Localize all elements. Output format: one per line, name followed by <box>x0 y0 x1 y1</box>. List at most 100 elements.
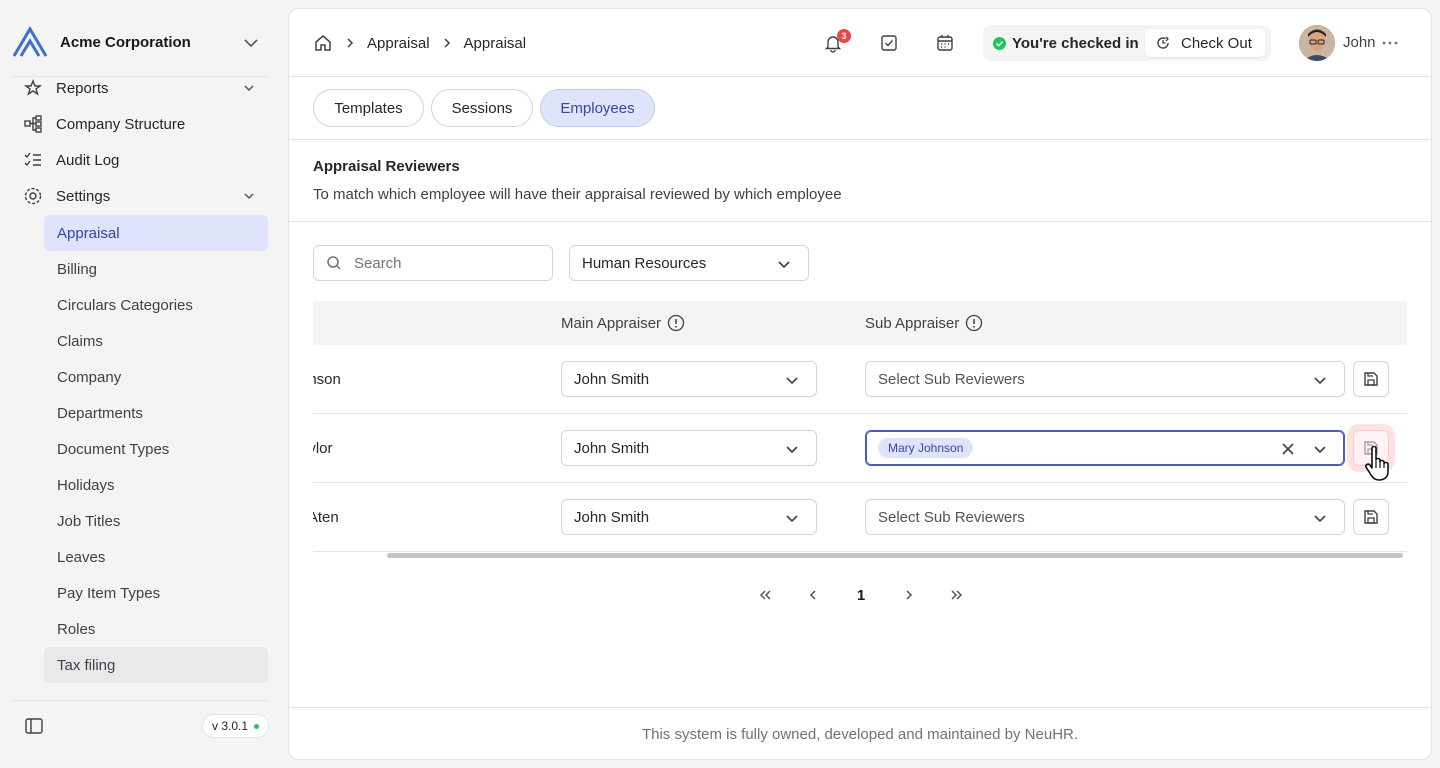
save-button[interactable] <box>1353 361 1389 397</box>
sidebar-item-audit-log[interactable]: Audit Log <box>22 142 268 178</box>
sidebar-item-label: Settings <box>56 187 111 205</box>
footer-text: This system is fully owned, developed an… <box>641 726 1079 743</box>
checkbox-icon[interactable] <box>879 33 899 53</box>
pagination: 1 <box>753 583 973 605</box>
search-icon <box>327 256 341 270</box>
sidebar-item-label: Audit Log <box>56 151 120 169</box>
close-icon[interactable] <box>1280 441 1296 457</box>
sidebar-subitem-departments[interactable]: Departments <box>44 395 268 431</box>
org-switcher[interactable]: Acme Corporation <box>12 26 268 58</box>
department-select[interactable]: Human Resources <box>569 245 809 281</box>
more-icon[interactable] <box>1381 33 1399 53</box>
sidebar-item-company-structure[interactable]: Company Structure <box>22 106 268 142</box>
employee-name: aylor <box>313 440 333 457</box>
sidebar-subitem-circulars-categories[interactable]: Circulars Categories <box>44 287 268 323</box>
chevron-right-icon <box>440 36 454 50</box>
column-label: Sub Appraiser <box>865 314 960 332</box>
sidebar-subitem-holidays[interactable]: Holidays <box>44 467 268 503</box>
employee-name: nnson <box>313 371 341 388</box>
hand-cursor-icon <box>1365 445 1389 481</box>
first-page-icon[interactable] <box>755 585 775 605</box>
department-value: Human Resources <box>582 254 707 272</box>
table-row: nnson John Smith Select Sub Reviewers <box>313 345 1407 414</box>
sidebar-subitem-job-titles[interactable]: Job Titles <box>44 503 268 539</box>
avatar[interactable] <box>1299 25 1335 61</box>
sidebar-nav: Reports Company Structure Audit Log Sett… <box>0 77 280 697</box>
checkin-status: You're checked in Check Out <box>983 25 1271 61</box>
main-appraiser-value: John Smith <box>574 370 650 388</box>
main-panel: Appraisal Appraisal 3 You're checked in … <box>288 8 1432 760</box>
chevron-right-icon <box>343 36 357 50</box>
chevron-down-icon <box>786 515 798 523</box>
page-number[interactable]: 1 <box>851 585 871 605</box>
sub-appraiser-placeholder: Select Sub Reviewers <box>878 370 1025 388</box>
chevron-down-icon <box>1314 446 1326 454</box>
table-header: ee Main Appraiser Sub Appraiser <box>313 301 1407 345</box>
next-page-icon[interactable] <box>899 585 919 605</box>
tab-bar: Templates Sessions Employees <box>289 77 1431 140</box>
reviewers-table: ee Main Appraiser Sub Appraiser nnson Jo… <box>313 301 1407 561</box>
version-badge: v 3.0.1 <box>202 714 270 738</box>
sidebar-subitem-claims[interactable]: Claims <box>44 323 268 359</box>
sub-appraiser-select[interactable]: Select Sub Reviewers <box>865 499 1345 535</box>
checklist-icon <box>22 149 44 171</box>
company-logo-icon <box>12 26 48 57</box>
employee-name: s Aten <box>313 509 339 526</box>
tab-employees[interactable]: Employees <box>540 89 655 127</box>
previous-page-icon[interactable] <box>803 585 823 605</box>
info-icon[interactable] <box>667 314 685 332</box>
breadcrumb-item[interactable]: Appraisal <box>367 35 430 52</box>
last-page-icon[interactable] <box>947 585 967 605</box>
main-appraiser-select[interactable]: John Smith <box>561 430 817 466</box>
sidebar-item-label: Company Structure <box>56 115 186 133</box>
chevron-up-icon <box>244 193 254 200</box>
home-icon[interactable] <box>313 33 333 53</box>
search-placeholder: Search <box>354 254 402 272</box>
sub-appraiser-placeholder: Select Sub Reviewers <box>878 508 1025 526</box>
calendar-icon[interactable] <box>935 33 955 53</box>
main-appraiser-select[interactable]: John Smith <box>561 361 817 397</box>
sidebar-subitem-leaves[interactable]: Leaves <box>44 539 268 575</box>
divider <box>289 221 1431 222</box>
column-main-appraiser: Main Appraiser <box>561 314 685 332</box>
save-icon <box>1364 372 1378 386</box>
tab-templates[interactable]: Templates <box>313 89 424 127</box>
sidebar-subitem-appraisal[interactable]: Appraisal <box>44 215 268 251</box>
sidebar-subitem-billing[interactable]: Billing <box>44 251 268 287</box>
divider <box>12 700 268 701</box>
main-appraiser-select[interactable]: John Smith <box>561 499 817 535</box>
sidebar-subitem-pay-item-types[interactable]: Pay Item Types <box>44 575 268 611</box>
check-out-button[interactable]: Check Out <box>1145 29 1265 57</box>
sidebar-subitem-company[interactable]: Company <box>44 359 268 395</box>
chevron-down-icon <box>786 446 798 454</box>
section-description: To match which employee will have their … <box>313 186 842 203</box>
clock-out-icon <box>1157 36 1169 49</box>
top-bar: Appraisal Appraisal 3 You're checked in … <box>289 9 1431 77</box>
sidebar-item-reports[interactable]: Reports <box>22 77 268 106</box>
status-dot <box>254 723 260 729</box>
sidebar-toggle-icon[interactable] <box>24 716 44 736</box>
star-icon <box>22 77 44 99</box>
user-name[interactable]: John <box>1343 34 1376 51</box>
save-button[interactable] <box>1353 499 1389 535</box>
check-circle-icon <box>993 36 1006 50</box>
info-icon[interactable] <box>965 314 983 332</box>
sidebar-subitem-tax-filing[interactable]: Tax filing <box>44 647 268 683</box>
table-row: aylor John Smith Mary Johnson <box>313 414 1407 483</box>
sidebar-subitem-document-types[interactable]: Document Types <box>44 431 268 467</box>
sidebar-subitem-roles[interactable]: Roles <box>44 611 268 647</box>
search-input[interactable]: Search <box>313 245 553 281</box>
sub-appraiser-select[interactable]: Select Sub Reviewers <box>865 361 1345 397</box>
table-row: s Aten John Smith Select Sub Reviewers <box>313 483 1407 552</box>
sidebar-item-settings[interactable]: Settings <box>22 178 268 214</box>
horizontal-scrollbar[interactable] <box>387 553 1403 558</box>
version-text: v 3.0.1 <box>212 719 249 733</box>
sub-appraiser-select[interactable]: Mary Johnson <box>865 430 1345 466</box>
column-label: Main Appraiser <box>561 314 662 332</box>
chevron-down-icon <box>244 85 254 92</box>
tab-sessions[interactable]: Sessions <box>431 89 533 127</box>
selected-reviewer-chip[interactable]: Mary Johnson <box>878 438 974 458</box>
chevron-down-icon <box>1314 377 1326 385</box>
chevron-down-icon <box>778 261 790 269</box>
save-icon <box>1364 510 1378 524</box>
